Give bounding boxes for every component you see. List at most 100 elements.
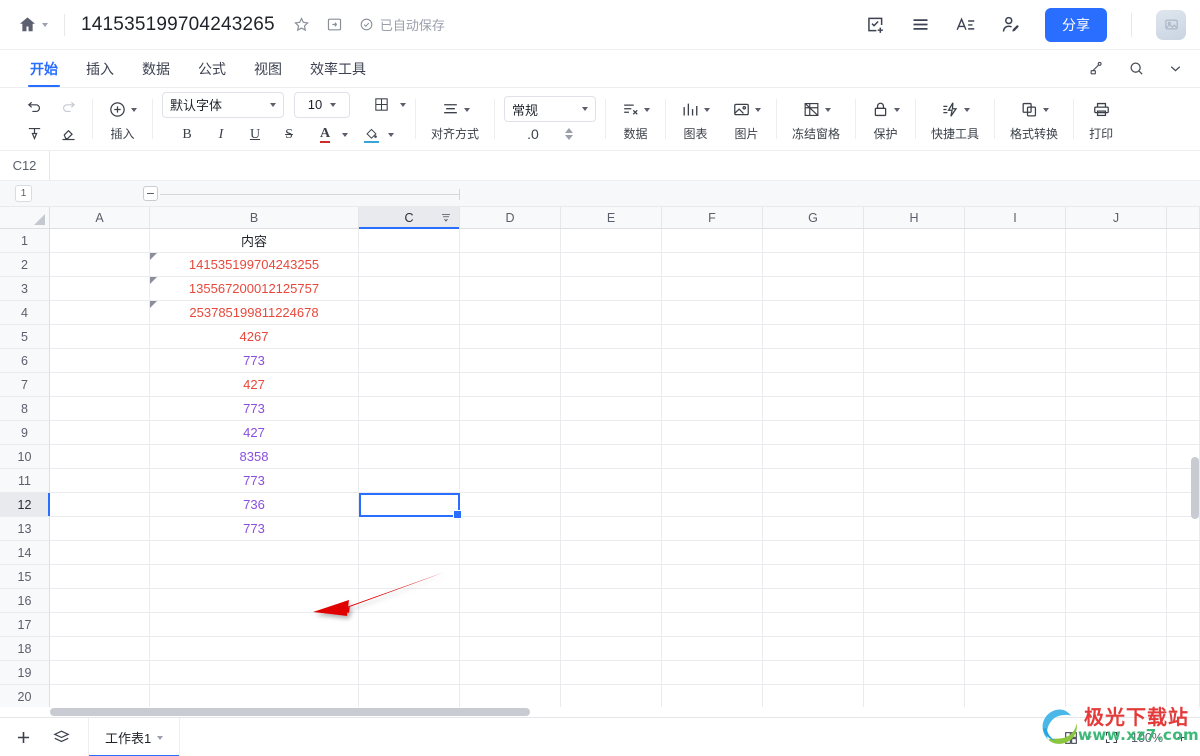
cell-H16[interactable] [864, 589, 965, 613]
cell-K18[interactable] [1167, 637, 1200, 661]
cell-D3[interactable] [460, 277, 561, 301]
search-icon[interactable] [1128, 60, 1145, 77]
chevron-down-icon[interactable] [1086, 735, 1093, 740]
column-header-B[interactable]: B [150, 207, 359, 228]
cell-F19[interactable] [662, 661, 763, 685]
cell-B14[interactable] [150, 541, 359, 565]
cell-D12[interactable] [460, 493, 561, 517]
row-header-5[interactable]: 5 [0, 325, 49, 349]
cell-I12[interactable] [965, 493, 1066, 517]
cell-H3[interactable] [864, 277, 965, 301]
cell-A11[interactable] [50, 469, 150, 493]
cell-F4[interactable] [662, 301, 763, 325]
filter-icon[interactable] [440, 212, 452, 224]
cell-J13[interactable] [1066, 517, 1167, 541]
cell-D18[interactable] [460, 637, 561, 661]
cell-E6[interactable] [561, 349, 662, 373]
cell-B6[interactable]: 773 [150, 349, 359, 373]
row-header-4[interactable]: 4 [0, 301, 49, 325]
cell-J15[interactable] [1066, 565, 1167, 589]
cell-E3[interactable] [561, 277, 662, 301]
row-header-2[interactable]: 2 [0, 253, 49, 277]
protect-button[interactable]: 保护 [865, 97, 906, 142]
row-header-14[interactable]: 14 [0, 541, 49, 565]
all-sheets-button[interactable] [50, 727, 72, 749]
cell-A5[interactable] [50, 325, 150, 349]
cell-C12[interactable] [359, 493, 460, 517]
cell-D17[interactable] [460, 613, 561, 637]
cell-I18[interactable] [965, 637, 1066, 661]
undo-button[interactable] [19, 93, 49, 118]
cell-B20[interactable] [150, 685, 359, 707]
tab-formula[interactable]: 公式 [184, 50, 240, 87]
cell-G2[interactable] [763, 253, 864, 277]
cell-E14[interactable] [561, 541, 662, 565]
tab-data[interactable]: 数据 [128, 50, 184, 87]
cell-G20[interactable] [763, 685, 864, 707]
cell-C3[interactable] [359, 277, 460, 301]
cell-K8[interactable] [1167, 397, 1200, 421]
cell-I19[interactable] [965, 661, 1066, 685]
fill-color-button[interactable] [358, 123, 384, 147]
grid-view-icon[interactable] [1063, 730, 1079, 746]
cell-I5[interactable] [965, 325, 1066, 349]
cell-C20[interactable] [359, 685, 460, 707]
cell-E12[interactable] [561, 493, 662, 517]
cell-D10[interactable] [460, 445, 561, 469]
home-button[interactable] [18, 15, 48, 34]
name-box[interactable]: C12 [0, 151, 50, 180]
column-header-H[interactable]: H [864, 207, 965, 228]
cell-F13[interactable] [662, 517, 763, 541]
cell-F16[interactable] [662, 589, 763, 613]
decimal-stepper[interactable] [564, 128, 573, 140]
cell-H17[interactable] [864, 613, 965, 637]
cell-H5[interactable] [864, 325, 965, 349]
cell-C11[interactable] [359, 469, 460, 493]
cell-D9[interactable] [460, 421, 561, 445]
cell-I20[interactable] [965, 685, 1066, 707]
cell-K19[interactable] [1167, 661, 1200, 685]
cell-E19[interactable] [561, 661, 662, 685]
cell-I4[interactable] [965, 301, 1066, 325]
chart-button[interactable]: 图表 [675, 97, 716, 142]
cell-B9[interactable]: 427 [150, 421, 359, 445]
cell-J16[interactable] [1066, 589, 1167, 613]
text-style-icon[interactable] [955, 14, 976, 35]
cell-A14[interactable] [50, 541, 150, 565]
cell-B12[interactable]: 736 [150, 493, 359, 517]
cell-H7[interactable] [864, 373, 965, 397]
cell-I3[interactable] [965, 277, 1066, 301]
cell-H18[interactable] [864, 637, 965, 661]
cell-B18[interactable] [150, 637, 359, 661]
cell-G1[interactable] [763, 229, 864, 253]
chevron-down-icon[interactable] [1167, 60, 1184, 77]
cell-K1[interactable] [1167, 229, 1200, 253]
row-header-19[interactable]: 19 [0, 661, 49, 685]
cell-B16[interactable] [150, 589, 359, 613]
cell-C1[interactable] [359, 229, 460, 253]
cell-D2[interactable] [460, 253, 561, 277]
star-icon[interactable] [293, 16, 310, 33]
cell-A9[interactable] [50, 421, 150, 445]
row-header-12[interactable]: 12 [0, 493, 50, 517]
cell-F9[interactable] [662, 421, 763, 445]
tab-efficiency-tools[interactable]: 效率工具 [296, 50, 380, 87]
cell-J3[interactable] [1066, 277, 1167, 301]
column-header-G[interactable]: G [763, 207, 864, 228]
cell-F1[interactable] [662, 229, 763, 253]
cell-J10[interactable] [1066, 445, 1167, 469]
cell-E11[interactable] [561, 469, 662, 493]
cell-E5[interactable] [561, 325, 662, 349]
cell-I11[interactable] [965, 469, 1066, 493]
cell-F12[interactable] [662, 493, 763, 517]
document-title[interactable]: 141535199704243265 [81, 14, 275, 36]
cell-I9[interactable] [965, 421, 1066, 445]
font-size-select[interactable]: 10 [294, 91, 350, 118]
column-header-A[interactable]: A [50, 207, 150, 228]
cell-A17[interactable] [50, 613, 150, 637]
row-header-10[interactable]: 10 [0, 445, 49, 469]
move-to-folder-icon[interactable] [326, 16, 343, 33]
cell-K7[interactable] [1167, 373, 1200, 397]
cell-A18[interactable] [50, 637, 150, 661]
cell-A1[interactable] [50, 229, 150, 253]
